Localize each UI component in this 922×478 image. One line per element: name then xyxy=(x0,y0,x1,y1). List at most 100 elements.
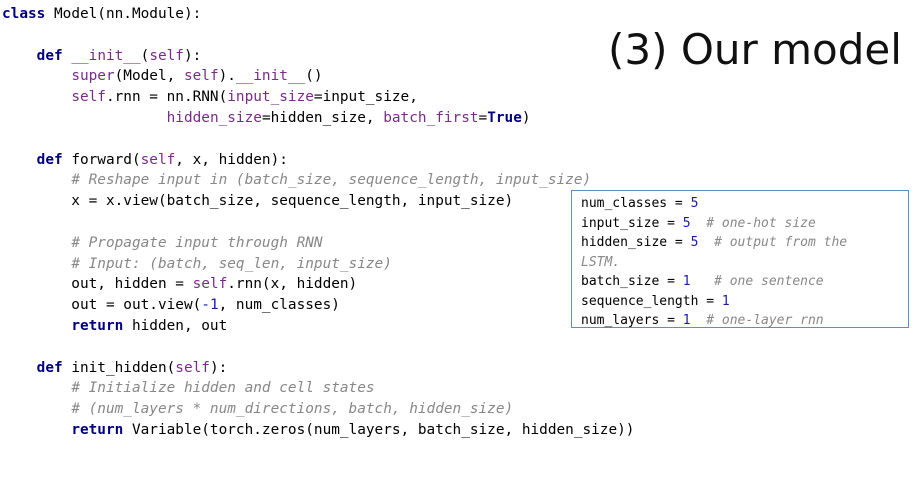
code-comment: # output from the xyxy=(714,235,848,250)
code-token: ): xyxy=(209,359,228,376)
code-token: ): xyxy=(183,47,202,64)
code-comment: # (num_layers * num_directions, batch, h… xyxy=(71,401,514,418)
config-line: num_classes = 5 xyxy=(581,194,908,214)
model-code-listing: class Model(nn.Module): def __init__(sel… xyxy=(2,4,634,441)
code-token: super xyxy=(71,68,115,85)
code-token: =hidden_size, xyxy=(261,109,384,126)
code-line: def __init__(self): xyxy=(2,46,634,67)
code-token: batch_first xyxy=(383,109,479,126)
code-token: Variable(torch.zeros(num_layers, batch_s… xyxy=(123,421,635,438)
code-line: out, hidden = self.rnn(x, hidden) xyxy=(2,274,634,295)
code-token: 5 xyxy=(682,215,691,231)
code-token: ) xyxy=(521,109,531,126)
code-token: out = out.view( xyxy=(2,297,202,314)
code-token: self xyxy=(140,151,176,168)
code-line: # Initialize hidden and cell states xyxy=(2,378,634,399)
code-keyword: True xyxy=(487,109,522,126)
code-keyword: def xyxy=(36,47,63,64)
code-token: , num_classes) xyxy=(218,297,340,314)
code-keyword: class xyxy=(2,6,46,22)
code-comment: # Input: (batch, seq_len, input_size) xyxy=(71,255,392,272)
config-line: sequence_length = 1 xyxy=(581,292,908,312)
code-token: 1 xyxy=(682,313,691,328)
code-comment: # one-layer rnn xyxy=(706,313,824,328)
code-line: def forward(self, x, hidden): xyxy=(2,150,634,171)
code-token: ). xyxy=(218,68,236,85)
code-token: hidden, out xyxy=(123,317,228,334)
code-token: , x, hidden): xyxy=(175,151,288,168)
code-token: batch_size = xyxy=(581,274,683,289)
code-token: sequence_length = xyxy=(581,293,722,309)
code-token: 1 xyxy=(721,293,730,309)
code-line: return Variable(torch.zeros(num_layers, … xyxy=(2,420,634,441)
code-line: # Input: (batch, seq_len, input_size) xyxy=(2,254,634,275)
code-token: 5 xyxy=(690,196,699,211)
code-token: .rnn = nn.RNN( xyxy=(105,89,228,106)
code-line: hidden_size=hidden_size, batch_first=Tru… xyxy=(2,108,634,129)
code-line: super(Model, self).__init__() xyxy=(2,66,634,87)
config-line: LSTM. xyxy=(581,253,908,273)
code-token: self xyxy=(71,89,106,106)
code-token: input_size = xyxy=(581,215,683,231)
config-line: batch_size = 1 # one sentence xyxy=(581,272,908,292)
slide-title: (3) Our model xyxy=(608,25,902,74)
code-token: (Model, xyxy=(114,68,184,85)
code-token: num_layers = xyxy=(581,313,683,328)
code-token: num_classes = xyxy=(581,196,691,211)
code-token: 1 xyxy=(682,274,691,289)
code-token: __init__ xyxy=(235,68,306,85)
code-line: # (num_layers * num_directions, batch, h… xyxy=(2,399,634,420)
code-token: () xyxy=(305,68,323,85)
code-comment: # one-hot size xyxy=(706,215,816,231)
code-line: class Model(nn.Module): xyxy=(2,4,634,25)
code-comment: # one sentence xyxy=(714,274,824,289)
code-keyword: return xyxy=(71,317,124,334)
code-line: out = out.view(-1, num_classes) xyxy=(2,295,634,316)
code-line: # Propagate input through RNN xyxy=(2,233,634,254)
code-token: init_hidden( xyxy=(62,359,176,376)
code-token: self xyxy=(175,359,210,376)
code-line: def init_hidden(self): xyxy=(2,358,634,379)
code-keyword: def xyxy=(36,359,63,376)
code-keyword: return xyxy=(71,421,124,438)
code-token: -1 xyxy=(201,297,219,314)
code-token: self xyxy=(149,47,184,64)
hyperparameters-box: num_classes = 5 input_size = 5 # one-hot … xyxy=(571,190,909,328)
code-token: ( xyxy=(140,47,150,64)
code-comment: # Propagate input through RNN xyxy=(71,234,323,251)
code-token: =input_size, xyxy=(313,89,418,106)
code-token: = xyxy=(478,109,488,126)
code-token: input_size xyxy=(227,89,314,106)
code-token: self xyxy=(183,68,219,85)
code-token: __init__ xyxy=(71,47,141,64)
code-token: self xyxy=(192,276,228,293)
code-line: self.rnn = nn.RNN(input_size=input_size, xyxy=(2,87,634,108)
code-comment: # Reshape input in (batch_size, sequence… xyxy=(71,172,592,189)
code-comment: # Initialize hidden and cell states xyxy=(71,380,375,397)
code-token: .rnn(x, hidden) xyxy=(227,276,358,293)
code-token: hidden_size = xyxy=(581,235,691,250)
code-comment: LSTM. xyxy=(581,254,621,270)
config-line: num_layers = 1 # one-layer rnn xyxy=(581,311,908,331)
config-line: input_size = 5 # one-hot size xyxy=(581,214,908,234)
code-keyword: def xyxy=(36,151,63,168)
